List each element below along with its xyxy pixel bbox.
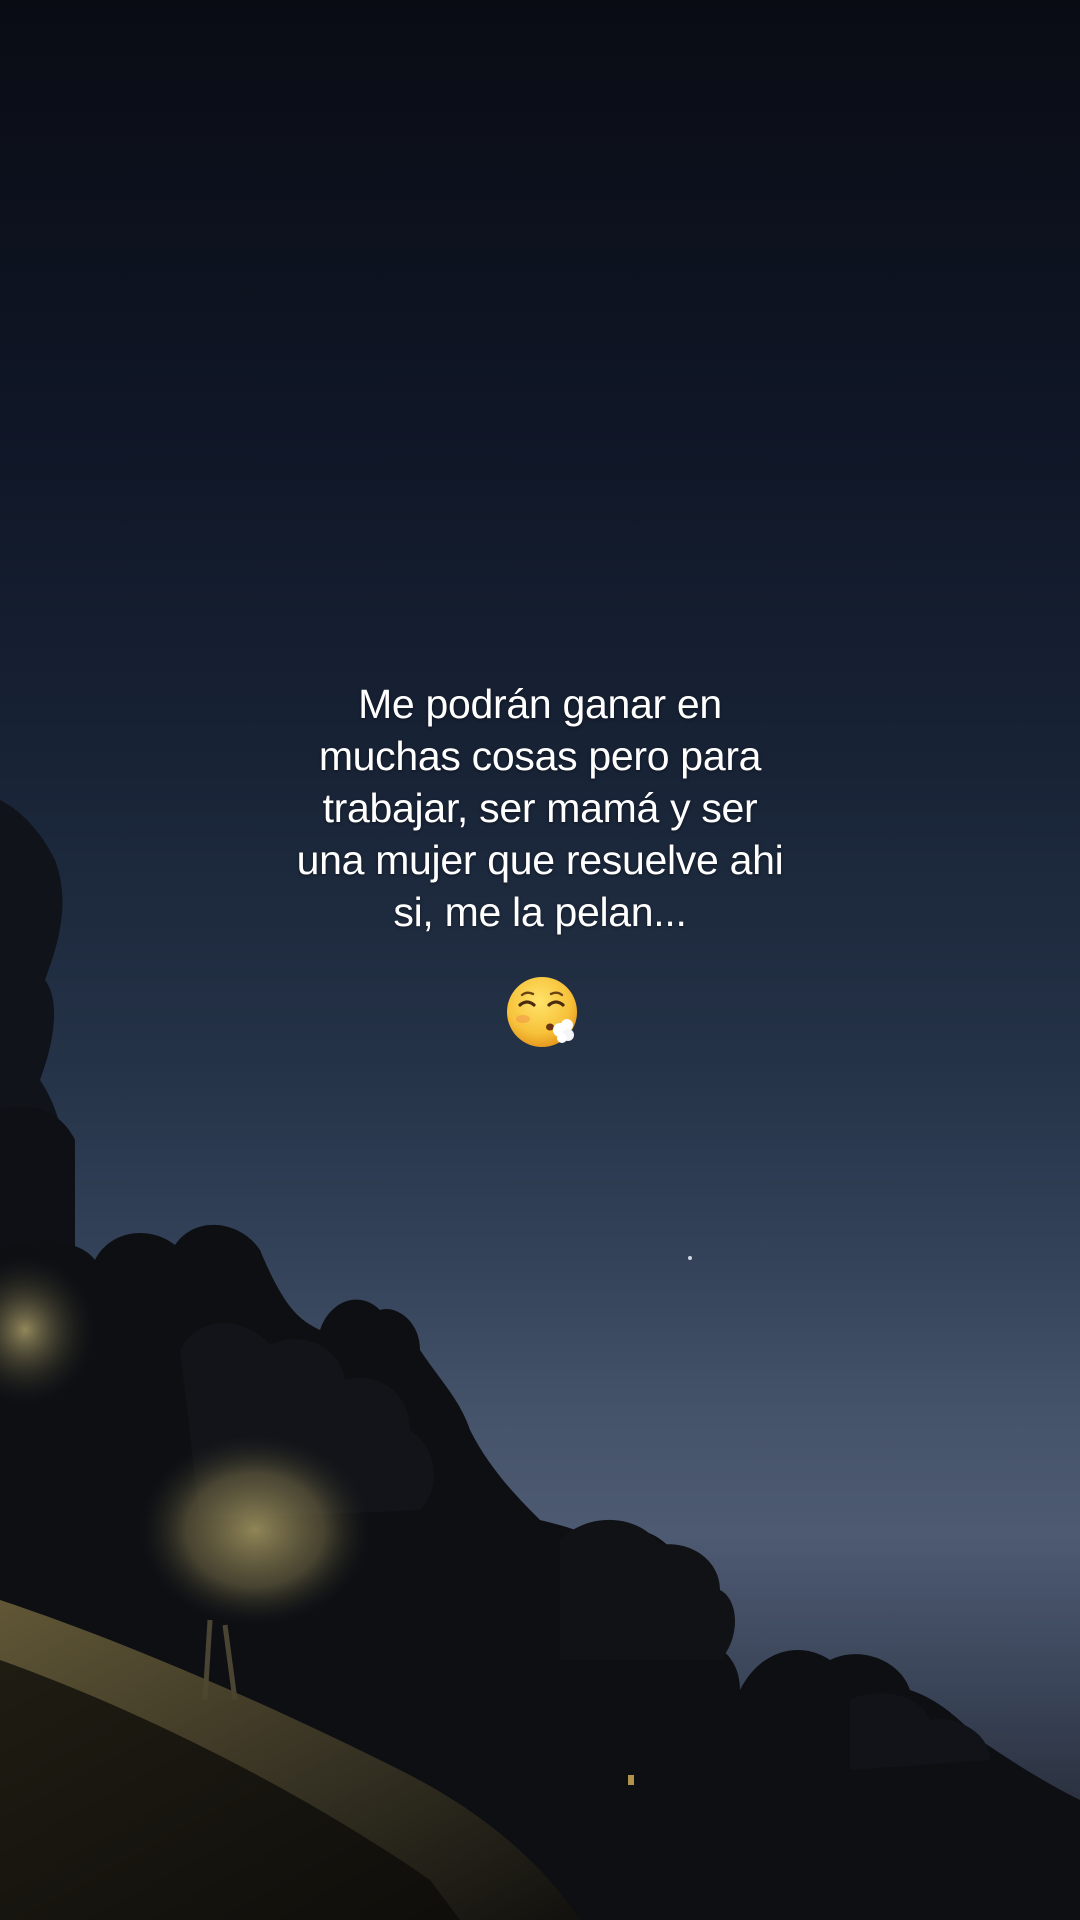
caption-line: una mujer que resuelve ahi bbox=[296, 837, 784, 883]
caption-line: muchas cosas pero para bbox=[318, 733, 762, 779]
overlay-caption: Me podrán ganar en muchas cosas pero par… bbox=[240, 678, 840, 938]
lit-tree-center bbox=[140, 1435, 370, 1625]
face-exhaling-icon bbox=[505, 975, 579, 1049]
caption-line: trabajar, ser mamá y ser bbox=[322, 785, 758, 831]
night-sky-scene: Me podrán ganar en muchas cosas pero par… bbox=[0, 0, 1080, 1920]
star bbox=[688, 1256, 692, 1260]
caption-line: si, me la pelan... bbox=[393, 889, 687, 935]
caption-line: Me podrán ganar en bbox=[358, 681, 722, 727]
treeline-silhouette bbox=[0, 800, 1080, 1920]
